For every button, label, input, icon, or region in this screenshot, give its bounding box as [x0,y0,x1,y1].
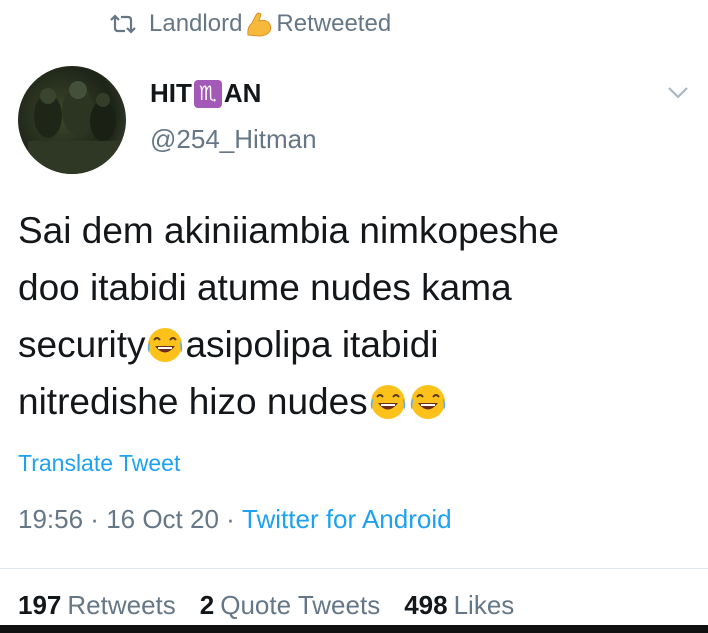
divider [0,568,708,569]
meta-separator: · [218,504,243,534]
retweeter-name[interactable]: Landlord [149,10,242,38]
tweet-meta: 19:56 · 16 Oct 20 · Twitter for Android [18,504,452,535]
tweet-line-text: nitredishe hizo nudes [18,381,368,422]
face-with-tears-of-joy-icon [410,384,445,419]
tweet-stats: 197 Retweets 2 Quote Tweets 498 Likes [18,590,538,621]
tweet-date: 16 Oct 20 [106,504,219,534]
bottom-edge-bar [0,625,708,633]
likes-label: Likes [453,590,515,620]
likes-count: 498 [404,590,448,620]
meta-separator: · [83,504,107,534]
flexed-biceps-icon [247,12,272,37]
display-name-part: HIT [150,78,192,108]
face-with-tears-of-joy-icon [148,327,183,362]
avatar[interactable] [18,66,126,174]
tweet-time: 19:56 [18,504,84,534]
likes-stat[interactable]: 498 Likes [404,590,514,621]
display-name[interactable]: HIT ♏ AN [150,78,261,109]
tweet-text: Sai dem akiniiambia nimkopeshe doo itabi… [18,202,698,430]
tweet-source-link[interactable]: Twitter for Android [242,504,452,535]
tweet-line-text: asipolipa itabidi [185,324,439,365]
retweeted-label: Retweeted [276,10,392,37]
user-handle[interactable]: @254_Hitman [150,124,317,155]
translate-tweet-link[interactable]: Translate Tweet [18,450,180,477]
display-name-part: AN [223,78,262,108]
retweet-context: Landlord Retweeted [107,8,391,40]
quote-tweets-label: Quote Tweets [220,590,381,620]
avatar-image [28,81,118,174]
face-with-tears-of-joy-icon [370,384,405,419]
quote-tweets-count: 2 [199,590,215,620]
chevron-down-icon[interactable] [664,82,692,102]
retweets-count: 197 [18,590,62,620]
retweet-icon [110,14,136,34]
tweet-line: doo itabidi atume nudes kama [18,267,512,308]
retweets-label: Retweets [67,590,176,620]
tweet-line: Sai dem akiniiambia nimkopeshe [18,210,559,251]
tweet-line-text: security [18,324,146,365]
tweet-line: security asipolipa itabidi [18,316,698,373]
scorpio-icon: ♏ [193,79,222,108]
tweet-line: nitredishe hizo nudes [18,373,698,430]
retweets-stat[interactable]: 197 Retweets [18,590,176,621]
quote-tweets-stat[interactable]: 2 Quote Tweets [200,590,380,621]
